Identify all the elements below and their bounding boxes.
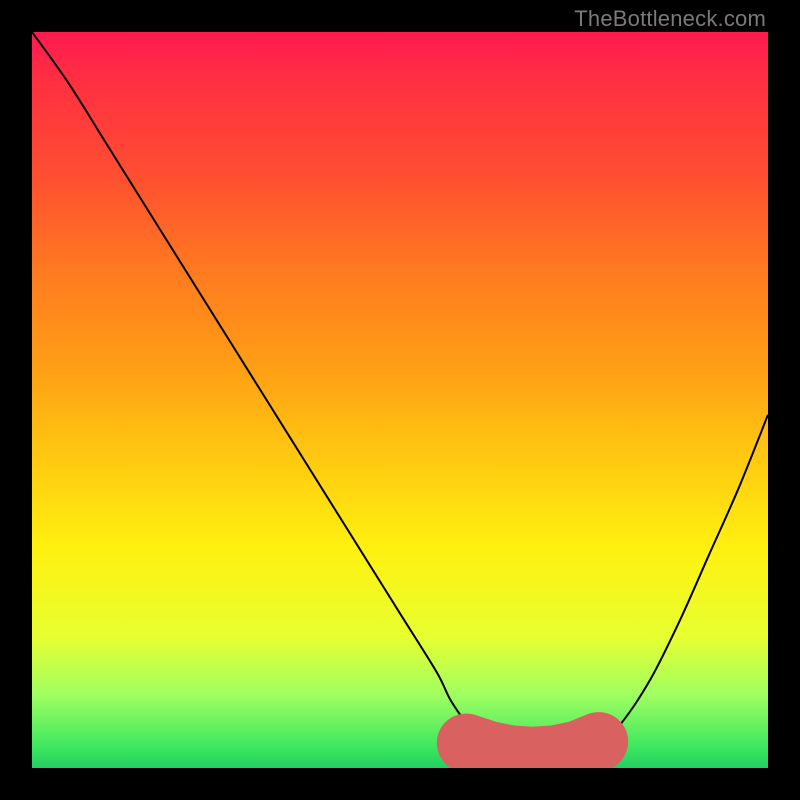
plot-area bbox=[32, 32, 768, 768]
highlight-segment bbox=[466, 742, 598, 757]
watermark-text: TheBottleneck.com bbox=[574, 6, 766, 32]
highlight-dot bbox=[458, 735, 474, 751]
chart-container: TheBottleneck.com bbox=[0, 0, 800, 800]
bottleneck-curve-path bbox=[32, 32, 768, 762]
highlight-dots bbox=[458, 733, 607, 756]
bottleneck-curve bbox=[32, 32, 768, 768]
highlight-dot bbox=[591, 733, 607, 749]
